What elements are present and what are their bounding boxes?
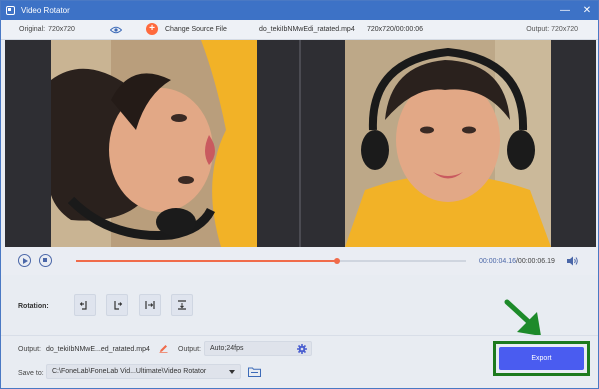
rotate-right-icon [114, 301, 123, 310]
output-format-label: Output: [178, 346, 201, 353]
original-video-frame [51, 40, 257, 247]
save-path-dropdown[interactable]: C:\FoneLab\FoneLab Vid...Ultimate\Video … [46, 364, 241, 379]
output-frame-image [345, 40, 551, 247]
flip-horizontal-icon [145, 301, 155, 309]
export-highlight: Export [493, 341, 590, 376]
export-button[interactable]: Export [499, 347, 584, 370]
save-path-value: C:\FoneLab\FoneLab Vid...Ultimate\Video … [52, 368, 207, 375]
progress-slider[interactable] [76, 258, 466, 264]
app-icon [6, 6, 15, 15]
flip-horizontal-button[interactable] [139, 294, 161, 316]
arrow-annotation [504, 299, 541, 336]
original-frame-image [51, 40, 257, 247]
change-source-label: Change Source File [165, 25, 227, 33]
original-label: Original: [19, 26, 46, 33]
chevron-down-icon [229, 370, 235, 374]
minimize-button[interactable]: — [554, 1, 576, 20]
file-info-header: Original: 720x720 + Change Source File do… [1, 20, 598, 40]
progress-fill [76, 260, 338, 262]
preview-divider [299, 40, 301, 247]
change-source-file-button[interactable]: + Change Source File [146, 23, 227, 35]
play-icon[interactable] [18, 254, 31, 267]
flip-vertical-button[interactable] [171, 294, 193, 316]
flip-vertical-icon [178, 300, 186, 310]
close-button[interactable]: ✕ [576, 1, 598, 20]
source-file-info: 720x720/00:00:06 [367, 26, 424, 33]
output-format-value: Auto;24fps [210, 345, 244, 352]
original-value: 720x720 [48, 26, 75, 33]
rotate-left-button[interactable] [74, 294, 96, 316]
rotate-left-icon [79, 301, 87, 310]
output-format-field[interactable]: Auto;24fps [204, 341, 312, 356]
output-file-label: Output: [18, 346, 41, 353]
output-file-name: do_tekiIbNMwE...ed_ratated.mp4 [46, 346, 150, 353]
rotate-right-button[interactable] [106, 294, 128, 316]
gear-icon[interactable] [297, 344, 307, 354]
window-title: Video Rotator [21, 6, 70, 15]
playback-bar: 00:00:04.16/00:00:06.19 [1, 247, 598, 275]
output-resolution: Output: 720x720 [526, 26, 578, 33]
playback-time: 00:00:04.16/00:00:06.19 [479, 258, 555, 265]
stop-icon[interactable] [39, 254, 52, 267]
volume-icon[interactable] [567, 256, 578, 266]
eye-icon[interactable] [110, 26, 122, 34]
video-preview [5, 40, 596, 247]
video-rotator-window: Video Rotator — ✕ Original: 720x720 + Cha… [0, 0, 599, 389]
window-controls: — ✕ [554, 1, 598, 20]
source-file-name: do_tekiIbNMwEdi_ratated.mp4 [259, 26, 355, 33]
original-resolution: Original: 720x720 [19, 26, 75, 33]
rotation-label: Rotation: [18, 303, 49, 310]
output-settings: Output: do_tekiIbNMwE...ed_ratated.mp4 O… [1, 335, 598, 388]
title-bar: Video Rotator — ✕ [1, 1, 598, 20]
progress-handle[interactable] [334, 258, 341, 264]
output-video-frame [345, 40, 551, 247]
current-time: 00:00:04.16 [479, 258, 516, 265]
plus-icon: + [146, 23, 158, 35]
total-time: /00:00:06.19 [515, 258, 555, 265]
save-to-label: Save to: [18, 370, 44, 377]
folder-icon[interactable] [248, 366, 261, 377]
pencil-icon[interactable] [159, 344, 168, 353]
